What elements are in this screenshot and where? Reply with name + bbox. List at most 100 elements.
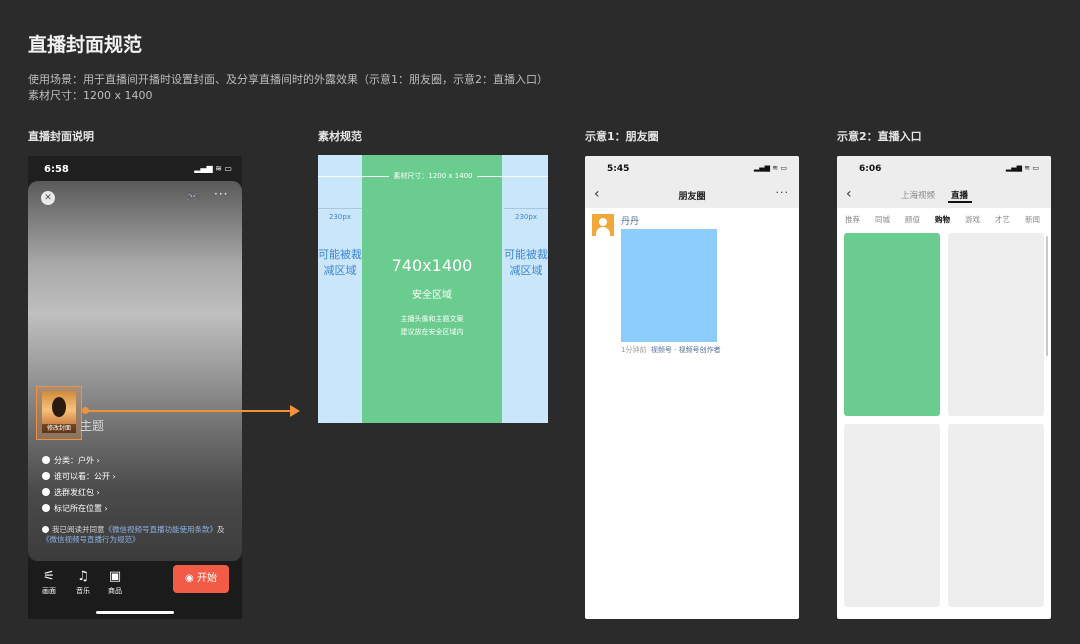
safe-zone-size: 740x1400 [391,256,473,275]
location-option[interactable]: 标记所在位置 › [42,503,108,514]
tab-live[interactable]: 直播 [951,189,968,201]
music-tool-label: 音乐 [76,587,90,595]
left-crop-zone-label: 可能被裁减区域 [318,248,362,277]
status-time: 5:45 [607,164,630,174]
category-option[interactable]: 分类：户外 › [42,455,100,466]
right-crop-width: 230px [515,213,537,221]
visibility-option[interactable]: 谁可以看：公开 › [42,471,116,482]
cover-picker[interactable]: 修改封面 [36,386,82,440]
bottom-toolbar: ⚟ 画面 ♫ 音乐 ▣ 商品 ◉ 开始 [28,561,242,619]
live-card[interactable] [948,424,1044,607]
safe-zone-note-line1: 主播头像和主题文案 [400,315,464,323]
edit-cover-label: 修改封面 [42,424,76,433]
material-spec-diagram: 素材尺寸：1200 x 1400 230px 230px 可能被裁减区域 可能被… [318,155,548,423]
tab-city-video[interactable]: 上海视频 [901,189,935,201]
arrow-right-icon [290,405,300,417]
topic-input[interactable]: 主题 [80,417,104,434]
more-icon[interactable]: ··· [214,187,228,201]
column-heading-example-live-entry: 示意2：直播入口 [837,130,922,143]
picture-tool-label: 画面 [42,587,56,595]
avatar-body [596,227,610,236]
left-crop-width: 230px [329,213,351,221]
safe-zone-note: 主播头像和主题文案 建议放在安全区域内 [362,313,502,339]
right-crop-zone-label: 可能被裁减区域 [504,248,548,277]
live-card[interactable] [844,424,940,607]
post-time: 1分钟前 [621,346,647,354]
channel-looks[interactable]: 颜值 [905,214,920,225]
camera-preview: ✕ 🎮 ··· 修改封面 主题 分类：户外 › 谁可以看：公开 › 选群发红包 … [28,181,242,561]
safe-zone-label: 安全区域 [412,290,452,301]
post-meta: 1分钟前 视频号 · 视频号创作者 [621,345,721,355]
moments-title: 朋友圈 [678,192,706,202]
right-crop-divider [504,208,548,209]
more-icon[interactable]: ··· [776,186,790,199]
gamepad-icon[interactable]: 🎮 [186,190,200,203]
visibility-label: 谁可以看：公开 › [54,472,116,481]
status-bar: 6:58 ▂▄▆ ≋ ▭ [28,156,242,182]
check-icon [42,526,49,533]
home-indicator [96,611,174,614]
moments-header: 5:45 ▂▄▆ ≋ ▭ ‹ 朋友圈 ··· [585,156,799,208]
signal-wifi-battery-icon: ▂▄▆ ≋ ▭ [194,164,232,173]
products-tool-button[interactable]: ▣ 商品 [100,569,130,596]
post-author-name[interactable]: 丹丹 [621,214,639,227]
music-note-icon: ♫ [77,569,89,584]
post-source[interactable]: 视频号 · 视频号创作者 [651,346,721,354]
live-card[interactable] [948,233,1044,416]
status-time: 6:58 [44,164,69,175]
avatar-head [599,218,607,226]
channel-talent[interactable]: 才艺 [995,214,1010,225]
page-description: 使用场景：用于直播间开播时设置封面、及分享直播间时的外露效果（示意1：朋友圈，示… [28,72,548,104]
channel-shopping[interactable]: 购物 [935,214,950,225]
cover-thumbnail: 修改封面 [42,391,76,433]
red-packet-icon [42,488,50,496]
connector-arrow-line [88,410,292,412]
size-dimension-text: 素材尺寸：1200 x 1400 [389,172,477,180]
location-pin-icon [42,504,50,512]
moments-example-phone: 5:45 ▂▄▆ ≋ ▭ ‹ 朋友圈 ··· 丹丹 1分钟前 视频号 · 视频号… [585,156,799,619]
channel-games[interactable]: 游戏 [965,214,980,225]
column-heading-material-spec: 素材规范 [318,130,362,143]
column-heading-cover-intro: 直播封面说明 [28,130,94,143]
shopping-bag-icon: ▣ [108,569,122,584]
page-title: 直播封面规范 [28,34,143,56]
scrollbar[interactable] [1046,236,1048,356]
location-label: 标记所在位置 › [54,504,108,513]
category-icon [42,456,50,464]
live-entry-header: 6:06 ▂▄▆ ≋ ▭ ‹ 上海视频 直播 [837,156,1051,208]
close-icon[interactable]: ✕ [41,191,55,205]
active-tab-indicator [948,201,972,203]
signal-wifi-battery-icon: ▂▄▆ ≋ ▭ [753,164,787,172]
terms-link[interactable]: 《微信视频号直播功能使用条款》 [105,525,218,534]
live-entry-example-phone: 6:06 ▂▄▆ ≋ ▭ ‹ 上海视频 直播 推荐 同城 颜值 购物 游戏 才艺… [837,156,1051,619]
back-icon[interactable]: ‹ [846,186,852,202]
left-crop-divider [318,208,362,209]
channel-recommended[interactable]: 推荐 [845,214,860,225]
agreement-checkbox[interactable]: 我已阅读并同意《微信视频号直播功能使用条款》及《微信视频号直播行为规范》 [42,525,232,545]
music-tool-button[interactable]: ♫ 音乐 [68,569,98,596]
category-label: 分类：户外 › [54,456,100,465]
agreement-text: 我已阅读并同意 [52,525,105,534]
red-packet-option[interactable]: 选群发红包 › [42,487,100,498]
picture-tool-button[interactable]: ⚟ 画面 [34,569,64,596]
live-cover-setup-phone: 6:58 ▂▄▆ ≋ ▭ ✕ 🎮 ··· 修改封面 主题 分类：户外 › 谁可以… [28,156,242,619]
cover-portrait [52,397,66,417]
material-size-text: 素材尺寸：1200 x 1400 [28,89,153,102]
red-packet-label: 选群发红包 › [54,488,100,497]
usage-scenario-text: 使用场景：用于直播间开播时设置封面、及分享直播间时的外露效果（示意1：朋友圈，示… [28,73,548,86]
size-dimension-label: 素材尺寸：1200 x 1400 [318,171,548,181]
code-of-conduct-link[interactable]: 《微信视频号直播行为规范》 [42,535,140,544]
avatar[interactable] [592,214,614,236]
signal-wifi-battery-icon: ▂▄▆ ≋ ▭ [1005,164,1039,172]
user-icon [42,472,50,480]
column-heading-example-moments: 示意1：朋友圈 [585,130,659,143]
status-time: 6:06 [859,164,882,174]
start-live-button[interactable]: ◉ 开始 [173,565,229,593]
shared-live-cover[interactable] [621,229,717,342]
live-card-cover[interactable] [844,233,940,416]
channel-news[interactable]: 新闻 [1025,214,1040,225]
safe-zone-note-line2: 建议放在安全区域内 [400,328,464,336]
agreement-and: 及 [217,525,225,534]
channel-local[interactable]: 同城 [875,214,890,225]
sliders-icon: ⚟ [43,569,55,584]
